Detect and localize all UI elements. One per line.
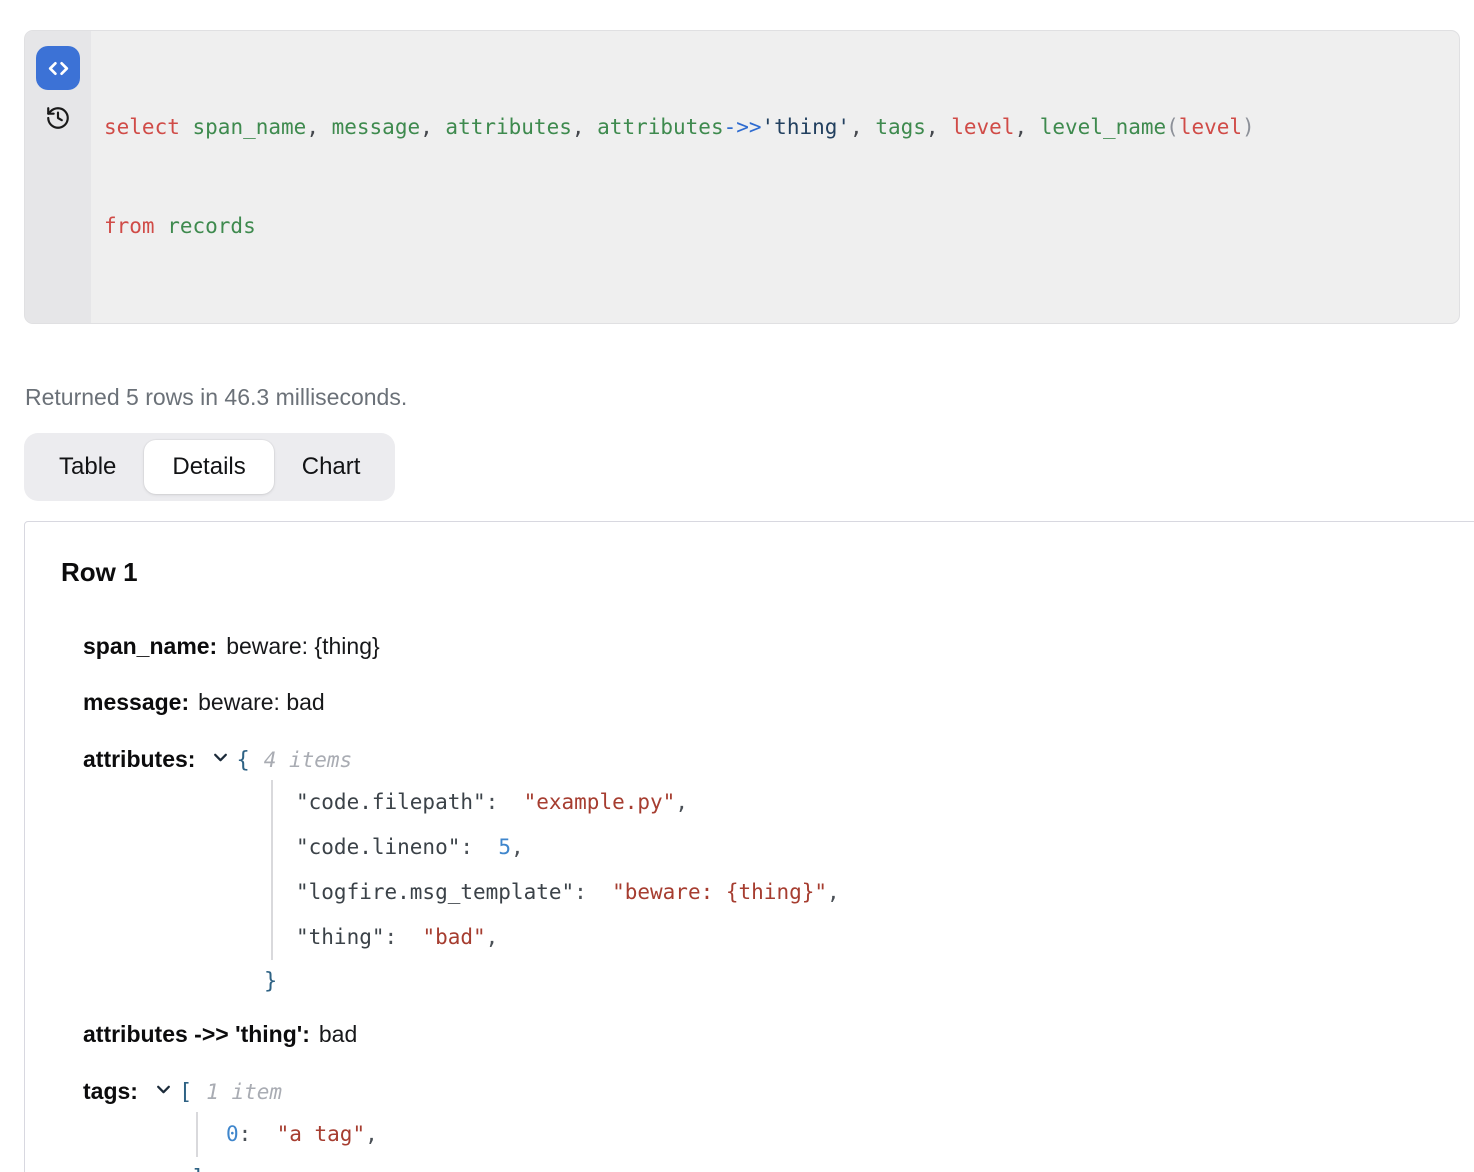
- sql-query-text[interactable]: select span_name, message, attributes, a…: [91, 31, 1271, 323]
- json-close-brace-glyph[interactable]: }: [264, 969, 277, 994]
- json-open-brace[interactable]: {: [236, 748, 249, 773]
- chevron-down-icon[interactable]: [212, 744, 229, 772]
- tags-json-body: 0: "a tag",: [196, 1112, 1474, 1157]
- field-value: beware: {thing}: [226, 633, 379, 659]
- field-value: beware: bad: [198, 689, 325, 715]
- field-attributes: attributes: {4 items "code.filepath": "ex…: [83, 744, 1474, 1002]
- json-close-bracket-glyph[interactable]: ]: [191, 1166, 204, 1172]
- sql-line-1: select span_name, message, attributes, a…: [104, 111, 1255, 144]
- json-entry: "code.filepath": "example.py",: [273, 780, 1474, 825]
- query-editor-gutter: [25, 31, 91, 323]
- field-label: message:: [83, 689, 189, 715]
- query-history-button[interactable]: [44, 104, 72, 132]
- json-entry: "thing": "bad",: [273, 915, 1474, 960]
- field-label: tags:: [83, 1078, 138, 1104]
- query-editor[interactable]: select span_name, message, attributes, a…: [24, 30, 1460, 324]
- tab-details[interactable]: Details: [144, 440, 273, 494]
- query-result-status: Returned 5 rows in 46.3 milliseconds.: [25, 384, 1474, 410]
- code-icon: [45, 55, 72, 82]
- sql-line-2: from records: [104, 210, 1255, 243]
- json-entry: 0: "a tag",: [198, 1112, 1474, 1157]
- json-open-bracket[interactable]: [: [179, 1080, 192, 1105]
- field-message: message: beware: bad: [83, 688, 1474, 716]
- field-label: attributes:: [83, 746, 195, 772]
- field-label: span_name:: [83, 633, 217, 659]
- json-entry: "logfire.msg_template": "beware: {thing}…: [273, 870, 1474, 915]
- json-item-count: 1 item: [206, 1080, 282, 1104]
- json-close-bracket: ]: [191, 1157, 1474, 1172]
- row-details-panel: Row 1 span_name: beware: {thing} message:…: [24, 521, 1474, 1172]
- json-close-brace: }: [264, 960, 1474, 1002]
- field-attr-thing: attributes ->> 'thing': bad: [83, 1020, 1474, 1048]
- json-item-count: 4 items: [264, 748, 353, 772]
- tab-table[interactable]: Table: [31, 440, 144, 494]
- chevron-down-icon[interactable]: [155, 1076, 172, 1104]
- run-query-button[interactable]: [36, 46, 80, 90]
- result-view-tabs: Table Details Chart: [24, 433, 395, 501]
- history-icon: [45, 105, 71, 131]
- field-tags: tags: [1 item 0: "a tag", ]: [83, 1076, 1474, 1172]
- json-entry: "code.lineno": 5,: [273, 825, 1474, 870]
- row-title: Row 1: [61, 556, 1474, 588]
- field-value: bad: [319, 1021, 357, 1047]
- tab-chart[interactable]: Chart: [274, 440, 389, 494]
- attributes-json-body: "code.filepath": "example.py", "code.lin…: [271, 780, 1474, 960]
- field-span-name: span_name: beware: {thing}: [83, 632, 1474, 660]
- field-label: attributes ->> 'thing':: [83, 1021, 310, 1047]
